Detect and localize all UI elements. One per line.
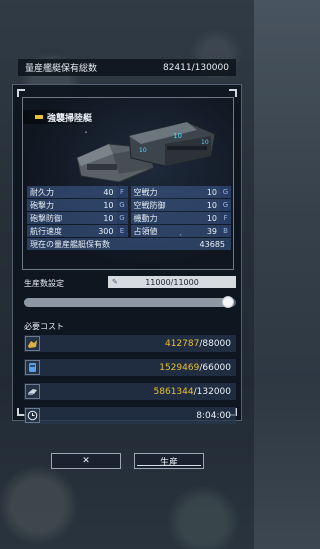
rank-badge: F xyxy=(116,186,128,198)
rank-badge: G xyxy=(220,186,231,198)
current-owned-value: 43685 xyxy=(199,239,225,249)
ship-frame: 強襲掃陸艇 10 10 10 耐久力 40 F 空戦力 10 G 砲撃力 10 … xyxy=(22,97,234,270)
clock-icon xyxy=(25,408,40,423)
stat-occupation: 占領値 39 B xyxy=(130,225,231,237)
production-panel: 強襲掃陸艇 10 10 10 耐久力 40 F 空戦力 10 G 砲撃力 10 … xyxy=(12,84,242,424)
quantity-value: 11000/11000 xyxy=(145,277,199,287)
corner-decoration xyxy=(229,89,237,97)
stat-firepower: 砲撃力 10 G xyxy=(27,199,128,211)
stat-speed: 航行速度 300 E xyxy=(27,225,128,237)
rank-badge: G xyxy=(116,199,128,211)
fuel-icon xyxy=(25,360,40,375)
ship-image: 10 10 10 xyxy=(76,121,216,183)
production-setting-label: 生産数設定 xyxy=(24,279,64,288)
cost-have: 1529469 xyxy=(159,362,200,373)
name-marker-icon xyxy=(35,115,43,119)
ship-stats: 耐久力 40 F 空戦力 10 G 砲撃力 10 G 空戦防御 10 G 砲撃防… xyxy=(27,186,231,250)
cost-need: /66000 xyxy=(199,362,231,373)
cancel-button[interactable]: ✕ xyxy=(51,453,121,469)
quantity-slider[interactable] xyxy=(24,296,236,308)
cost-row-ammo: 5861344 /132000 xyxy=(24,383,236,400)
cost-need: /132000 xyxy=(193,386,231,397)
cost-have: 412787 xyxy=(164,338,200,349)
cost-row-time: 8:04:00 xyxy=(24,407,236,424)
stat-durability: 耐久力 40 F xyxy=(27,186,128,198)
total-fleet-label: 量産艦艇保有総数 xyxy=(25,64,98,74)
produce-button[interactable]: 生産 xyxy=(134,453,204,469)
svg-text:10: 10 xyxy=(173,132,182,140)
stat-fire-defense: 砲撃防御 10 G xyxy=(27,212,128,224)
cost-need: /88000 xyxy=(199,338,231,349)
rank-badge: G xyxy=(116,212,128,224)
rank-badge: F xyxy=(220,212,231,224)
rank-badge: E xyxy=(116,225,128,237)
current-owned-row: 現在の量産艦艇保有数 43685 xyxy=(27,238,231,250)
cost-row-fuel: 1529469 /66000 xyxy=(24,359,236,376)
production-time: 8:04:00 xyxy=(196,410,231,421)
ammo-icon xyxy=(25,384,40,399)
stat-air-defense: 空戦防御 10 G xyxy=(130,199,231,211)
rank-badge: G xyxy=(220,199,231,211)
total-fleet-value: 82411/130000 xyxy=(162,62,229,73)
cost-row-ore: 412787 /88000 xyxy=(24,335,236,352)
ore-icon xyxy=(25,336,40,351)
total-fleet-bar: 量産艦艇保有総数 82411/130000 xyxy=(18,59,236,76)
stat-air-power: 空戦力 10 G xyxy=(130,186,231,198)
svg-text:10: 10 xyxy=(139,147,147,154)
rank-badge: B xyxy=(220,225,231,237)
corner-decoration xyxy=(17,89,25,97)
quantity-input[interactable]: ✎ 11000/11000 xyxy=(108,276,236,288)
cost-have: 5861344 xyxy=(153,386,194,397)
slider-fill xyxy=(24,298,228,307)
slider-knob[interactable] xyxy=(222,296,234,308)
pencil-icon: ✎ xyxy=(112,278,118,286)
current-owned-label: 現在の量産艦艇保有数 xyxy=(30,239,110,249)
svg-text:10: 10 xyxy=(201,139,209,146)
stat-mobility: 機動力 10 F xyxy=(130,212,231,224)
required-cost-label: 必要コスト xyxy=(24,322,64,331)
